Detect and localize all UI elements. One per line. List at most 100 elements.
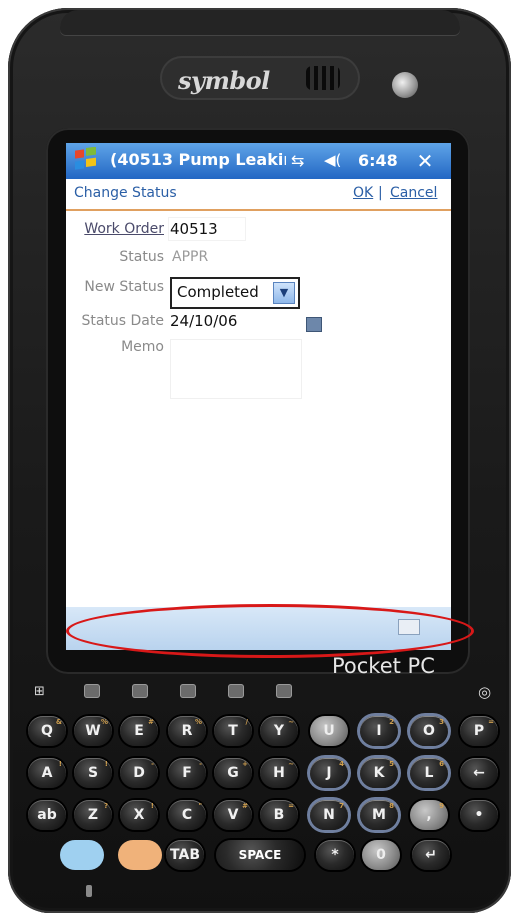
key-2-0[interactable]: ab [28,800,66,830]
key-sublabel: 6 [439,760,444,768]
close-button[interactable]: ✕ [412,149,438,173]
key-0-7[interactable]: I2 [360,716,398,746]
key-2-4[interactable]: V # [214,800,252,830]
key-label: ← [473,765,485,781]
function-key-3[interactable] [228,684,244,698]
key-0-6[interactable]: U [310,716,348,746]
key-1-4[interactable]: G + [214,758,252,788]
power-button[interactable] [392,72,418,98]
window-title: (40513 Pump Leakir [110,150,286,169]
key-0-0[interactable]: Q & [28,716,66,746]
key-label: D [133,765,145,781]
key-label: T [228,723,238,739]
windows-key-icon[interactable]: ⊞ [34,684,45,699]
cancel-button[interactable]: Cancel [390,185,437,201]
key-1-5[interactable]: H ~ [260,758,298,788]
key-label: F [182,765,192,781]
key-1-1[interactable]: S! [74,758,112,788]
key-1-2[interactable]: D- [120,758,158,788]
key-2-9[interactable]: • [460,800,498,830]
key-label: W [85,723,101,739]
key-1-0[interactable]: A! [28,758,66,788]
key-2-6[interactable]: N7 [310,800,348,830]
key-2-2[interactable]: X! [120,800,158,830]
blue-button[interactable] [60,840,104,870]
key-1-6[interactable]: J4 [310,758,348,788]
key-label: O [423,723,435,739]
key-sublabel: 8 [389,802,394,810]
key-label: Z [87,807,99,823]
key-label: R [181,723,193,739]
phone-key-icon[interactable] [276,684,292,698]
key-sublabel: 7 [339,802,344,810]
key-2-8[interactable]: ,9 [410,800,448,830]
clock[interactable]: 6:48 [358,151,398,170]
function-key-1[interactable] [84,684,100,698]
work-order-label[interactable]: Work Order [68,221,164,237]
key-sublabel: # [148,718,154,726]
ok-button[interactable]: OK [353,185,373,201]
key-label: S [87,765,99,781]
key-0-5[interactable]: Y ~ [260,716,298,746]
key-1-3[interactable]: F- [168,758,206,788]
key-sublabel: ~ [288,760,294,768]
orange-button[interactable] [118,840,162,870]
key-star[interactable]: * [316,840,354,870]
key-1-7[interactable]: K5 [360,758,398,788]
calendar-icon[interactable] [306,317,322,332]
key-label: H [273,765,285,781]
pocket-pc-brand: Pocket PC [332,654,435,678]
key-sublabel: ! [150,802,154,810]
status-date-value[interactable]: 24/10/06 [170,312,237,330]
key-sublabel: # [242,802,248,810]
key-2-7[interactable]: M8 [360,800,398,830]
key-sublabel: " [198,802,202,810]
command-bar: Change Status OK | Cancel [66,179,451,211]
key-0-4[interactable]: T / [214,716,252,746]
key-sublabel: ! [58,760,62,768]
device-logo: symbol [178,66,270,95]
function-key-2[interactable] [180,684,196,698]
windows-start-icon[interactable] [72,147,100,175]
page-heading: Change Status [74,185,177,201]
key-1-8[interactable]: L6 [410,758,448,788]
status-label: Status [119,249,164,265]
key-0-3[interactable]: R% [168,716,206,746]
key-0-8[interactable]: O3 [410,716,448,746]
key-label: I [376,723,382,739]
device-top-cap [60,10,460,36]
key-sublabel: % [194,718,202,726]
key-sublabel: 2 [389,718,394,726]
key-0-9[interactable]: P = [460,716,498,746]
key-sublabel: = [488,718,494,726]
key-2-1[interactable]: Z? [74,800,112,830]
new-status-selected: Completed [177,283,259,301]
circle-key-icon[interactable]: ◎ [478,683,491,701]
speaker-icon[interactable]: ◀( [324,151,341,169]
key-label: , [426,807,432,823]
key-1-9[interactable]: ← [460,758,498,788]
key-2-3[interactable]: C " [168,800,206,830]
key-space[interactable]: SPACE [216,840,304,870]
key-0[interactable]: 0 [362,840,400,870]
highlight-annotation [66,604,474,658]
key-0-2[interactable]: E # [120,716,158,746]
key-sublabel: 5 [389,760,394,768]
key-sublabel: 4 [339,760,344,768]
connectivity-icon[interactable]: ⇆ [291,151,304,170]
bottom-mark [86,885,92,897]
memo-field[interactable] [170,339,302,399]
key-label: B [273,807,285,823]
new-status-select[interactable]: Completed ▼ [170,277,300,309]
key-0-1[interactable]: W% [74,716,112,746]
key-2-5[interactable]: B = [260,800,298,830]
key-tab[interactable]: TAB [166,840,204,870]
key-label: X [133,807,145,823]
key-label: ab [37,807,57,823]
key-label: V [227,807,239,823]
mail-key-icon[interactable] [132,684,148,698]
key-sublabel: ~ [288,718,294,726]
chevron-down-icon[interactable]: ▼ [273,282,295,304]
key-label: G [227,765,239,781]
key-enter[interactable]: ↵ [412,840,450,870]
